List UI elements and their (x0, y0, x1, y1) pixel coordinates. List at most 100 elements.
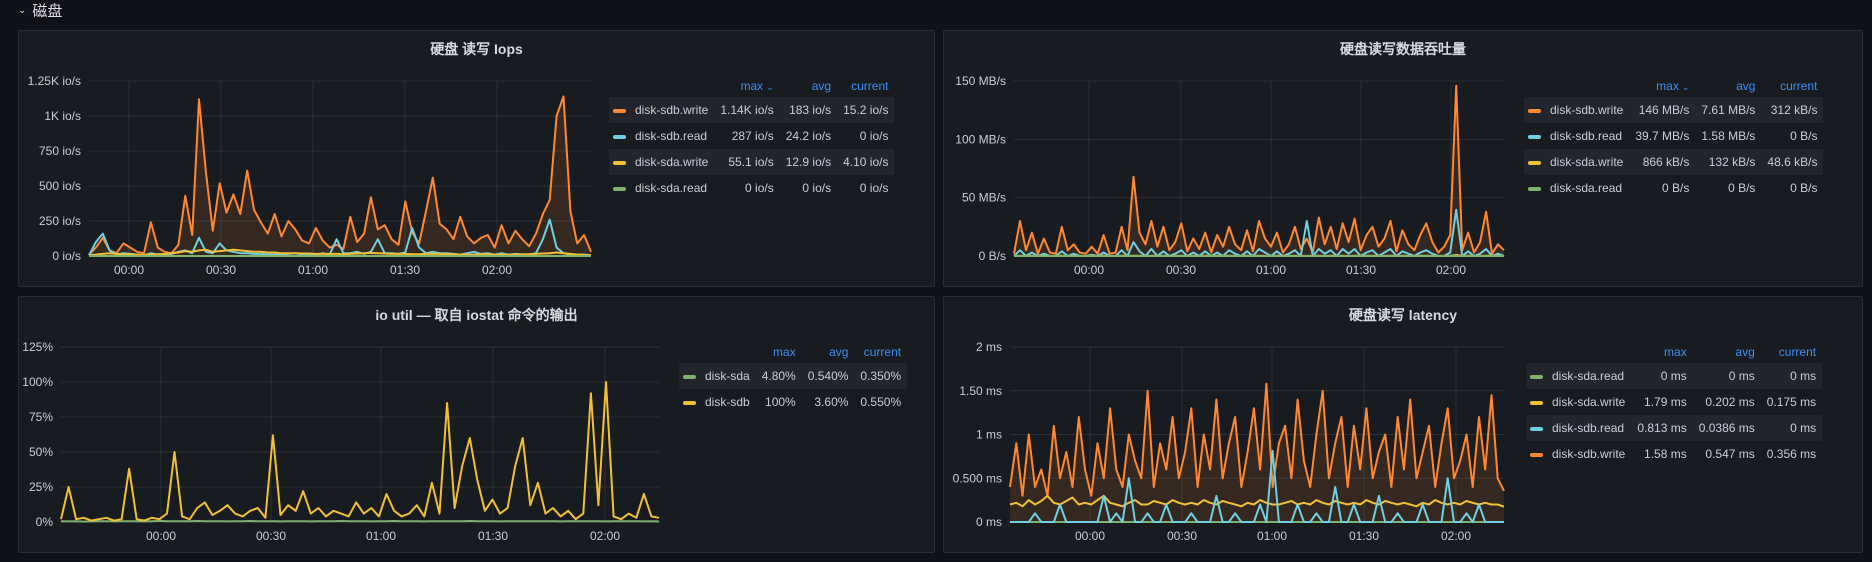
x-tick-label: 02:00 (590, 529, 620, 543)
legend-series-name[interactable]: disk-sda.write (1526, 389, 1631, 415)
y-tick-label: 250 io/s (39, 214, 81, 228)
legend-row[interactable]: disk-sdb.read 287 io/s 24.2 io/s 0 io/s (609, 123, 894, 149)
legend-value-max: 0 io/s (745, 181, 774, 195)
legend-value-max: 146 MB/s (1629, 97, 1696, 123)
legend-row[interactable]: disk-sdb.write 146 MB/s 7.61 MB/s 312 kB/s (1524, 97, 1824, 123)
x-tick-label: 00:00 (1074, 263, 1104, 277)
x-tick-label: 02:00 (482, 263, 512, 277)
series-color-swatch (613, 160, 626, 165)
y-tick-label: 1.50 ms (959, 384, 1002, 398)
legend-value-max: 1.79 ms (1644, 395, 1687, 409)
legend-header-max[interactable]: max (1631, 341, 1692, 363)
x-tick-label: 01:00 (1256, 263, 1286, 277)
legend-row[interactable]: disk-sdb 100% 3.60% 0.550% (679, 389, 907, 415)
series-area-disk-sdb-write (1014, 85, 1504, 256)
y-tick-label: 500 io/s (39, 179, 81, 193)
series-color-swatch (1528, 186, 1541, 191)
y-tick-label: 125% (22, 340, 53, 354)
series-color-swatch (1530, 426, 1543, 431)
legend-series-name[interactable]: disk-sda (679, 363, 756, 389)
panel-io-util[interactable]: io util — 取自 iostat 命令的输出 0% 25% 50% 75% 100… (18, 296, 935, 553)
legend-series-name[interactable]: disk-sdb.read (1524, 123, 1629, 149)
legend-series-name[interactable]: disk-sda.read (609, 175, 714, 201)
legend-value-current: 4.10 io/s (837, 149, 895, 175)
legend-row[interactable]: disk-sda 4.80% 0.540% 0.350% (679, 363, 908, 389)
x-tick-label: 01:30 (478, 529, 508, 543)
x-tick-label: 00:30 (1166, 263, 1196, 277)
legend-series-name[interactable]: disk-sda.read (1526, 363, 1632, 389)
legend-header-avg[interactable]: avg (1693, 341, 1761, 363)
legend-row[interactable]: disk-sdb.write 1.58 ms 0.547 ms 0.356 ms (1526, 441, 1822, 467)
legend-series-name[interactable]: disk-sda.read (1524, 175, 1629, 201)
series-color-swatch (1528, 134, 1541, 139)
legend-row[interactable]: disk-sda.write 866 kB/s 132 kB/s 48.6 kB/s (1524, 149, 1824, 175)
series-color-swatch (613, 186, 626, 191)
series-line-disk-sda[interactable] (60, 519, 660, 523)
legend-value-avg: 12.9 io/s (779, 149, 838, 175)
legend-row[interactable]: disk-sda.write 55.1 io/s 12.9 io/s 4.10 io/… (609, 149, 895, 175)
row-header-disk[interactable]: ⌄ 磁盘 (18, 0, 62, 20)
x-tick-label: 02:00 (1436, 263, 1466, 277)
legend-series-name[interactable]: disk-sdb.write (1524, 97, 1630, 123)
panel-disk-iops[interactable]: 硬盘 读写 Iops 0 io/s 250 io/s 500 io/s 750 io/… (18, 30, 935, 287)
legend-value-avg: 0.540% (801, 363, 855, 389)
legend-row[interactable]: disk-sda.read 0 B/s 0 B/s 0 B/s (1524, 175, 1823, 201)
legend-value-avg: 0.202 ms (1705, 395, 1755, 409)
y-tick-label: 1.25K io/s (28, 74, 81, 88)
legend-value-avg: 183 io/s (779, 97, 838, 123)
series-color-swatch (1530, 374, 1543, 379)
x-tick-label: 01:00 (366, 529, 396, 543)
x-tick-label: 02:00 (1441, 529, 1471, 543)
series-color-swatch (1528, 108, 1541, 113)
legend-value-avg: 24.2 io/s (785, 129, 832, 143)
legend-header-current[interactable]: current (1761, 341, 1822, 363)
series-line-disk-sdb-write[interactable] (88, 95, 592, 256)
x-tick-label: 00:00 (146, 529, 176, 543)
legend-header-current[interactable]: current (837, 75, 894, 97)
sort-desc-icon: ⌄ (766, 82, 774, 92)
x-tick-label: 01:00 (1257, 529, 1287, 543)
legend-header-avg[interactable]: avg (1695, 75, 1761, 97)
legend-row[interactable]: disk-sda.read 0 ms 0 ms 0 ms (1526, 363, 1823, 389)
legend-header-max[interactable]: max (756, 341, 802, 363)
legend-header-max[interactable]: max ⌄ (1629, 75, 1695, 97)
legend-header-current[interactable]: current (1761, 75, 1823, 97)
legend-value-avg: 3.60% (814, 395, 849, 409)
legend-table: max avg current disk-sda.read 0 ms 0 ms 0 ms di… (1526, 341, 1823, 467)
legend-series-name[interactable]: disk-sda.write (609, 149, 715, 175)
legend-header-series (1526, 341, 1631, 363)
legend-series-name[interactable]: disk-sdb.write (1526, 441, 1631, 467)
legend-series-name[interactable]: disk-sdb.write (609, 97, 715, 123)
legend-value-avg: 0 io/s (802, 181, 832, 195)
legend-series-name[interactable]: disk-sdb.read (609, 123, 714, 149)
legend-table: max ⌄ avg current disk-sdb.write 146 MB/s 7.61… (1524, 75, 1824, 201)
legend-value-avg: 0.0386 ms (1692, 415, 1761, 441)
legend-value-current: 312 kB/s (1761, 97, 1824, 123)
x-tick-label: 01:30 (390, 263, 420, 277)
legend-value-max: 1.58 ms (1644, 447, 1687, 461)
y-tick-label: 1 ms (976, 428, 1002, 442)
legend-series-name[interactable]: disk-sdb (679, 389, 756, 415)
legend-value-max: 287 io/s (731, 129, 774, 143)
x-tick-label: 01:30 (1349, 529, 1379, 543)
y-tick-label: 0 io/s (52, 249, 81, 263)
series-line-disk-sdb[interactable] (60, 381, 660, 522)
y-tick-label: 100 MB/s (955, 132, 1006, 146)
legend-row[interactable]: disk-sdb.write 1.14K io/s 183 io/s 15.2 io/… (609, 97, 895, 123)
legend-value-avg: 1.58 MB/s (1701, 129, 1756, 143)
legend-row[interactable]: disk-sda.write 1.79 ms 0.202 ms 0.175 ms (1526, 389, 1822, 415)
legend-series-name[interactable]: disk-sda.write (1524, 149, 1630, 175)
legend-header-max[interactable]: max ⌄ (714, 75, 779, 97)
panel-disk-throughput[interactable]: 硬盘读写数据吞吐量 0 B/s 50 MB/s 100 MB/s 150 MB/s 00… (943, 30, 1863, 287)
legend-series-name[interactable]: disk-sdb.read (1526, 415, 1632, 441)
legend-row[interactable]: disk-sdb.read 39.7 MB/s 1.58 MB/s 0 B/s (1524, 123, 1823, 149)
legend-row[interactable]: disk-sdb.read 0.813 ms 0.0386 ms 0 ms (1526, 415, 1823, 441)
legend-value-current: 0.356 ms (1766, 447, 1817, 461)
legend-header-avg[interactable]: avg (780, 75, 837, 97)
panel-disk-latency[interactable]: 硬盘读写 latency 0 ms 0.500 ms 1 ms 1.50 ms 2 ms… (943, 296, 1863, 553)
legend-header-avg[interactable]: avg (802, 341, 855, 363)
chevron-down-icon[interactable]: ⌄ (18, 5, 26, 16)
legend-row[interactable]: disk-sda.read 0 io/s 0 io/s 0 io/s (609, 175, 894, 201)
series-color-swatch (683, 400, 696, 405)
legend-header-current[interactable]: current (854, 341, 907, 363)
